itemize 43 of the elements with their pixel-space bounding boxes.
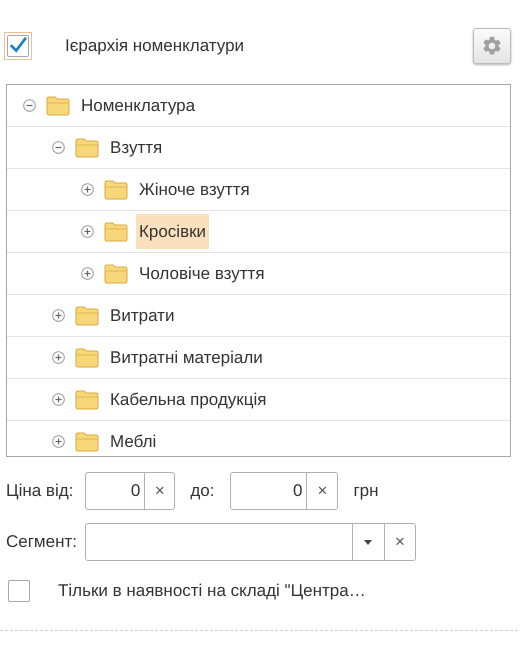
- expand-icon[interactable]: [52, 309, 65, 322]
- expand-icon[interactable]: [52, 435, 65, 448]
- folder-icon: [46, 96, 70, 116]
- tree-item[interactable]: Витратні матеріали: [107, 340, 266, 376]
- tree-item[interactable]: Витрати: [107, 298, 178, 334]
- folder-icon: [104, 264, 128, 284]
- tree-item[interactable]: Кабельна продукція: [107, 382, 270, 418]
- tree-item[interactable]: Взуття: [107, 130, 166, 166]
- folder-icon: [75, 390, 99, 410]
- folder-icon: [75, 306, 99, 326]
- clear-button[interactable]: ×: [384, 524, 415, 560]
- tree-item[interactable]: Номенклатура: [78, 88, 198, 124]
- currency-label: грн: [353, 480, 379, 502]
- expand-icon[interactable]: [52, 351, 65, 364]
- price-from-field[interactable]: 0 ×: [85, 472, 176, 510]
- tree-item[interactable]: Жіноче взуття: [136, 172, 253, 208]
- expand-icon[interactable]: [81, 225, 94, 238]
- clear-button[interactable]: ×: [306, 473, 338, 509]
- settings-icon: [481, 35, 503, 57]
- collapse-icon[interactable]: [52, 141, 65, 154]
- hierarchy-checkbox[interactable]: [7, 35, 29, 57]
- dropdown-icon[interactable]: [364, 540, 372, 544]
- tree-item[interactable]: Кросівки: [136, 214, 210, 250]
- in-stock-label: Тільки в наявності на складі "Центра…: [58, 580, 366, 602]
- price-to-label: до:: [190, 480, 214, 502]
- price-to-field[interactable]: 0 ×: [230, 472, 338, 510]
- segment-field[interactable]: ×: [84, 523, 416, 561]
- folder-icon: [75, 432, 99, 452]
- in-stock-checkbox[interactable]: [8, 580, 30, 602]
- folder-icon: [104, 222, 128, 242]
- expand-icon[interactable]: [52, 393, 65, 406]
- folder-icon: [75, 348, 99, 368]
- expand-icon[interactable]: [81, 267, 94, 280]
- expand-icon[interactable]: [81, 183, 94, 196]
- folder-icon: [75, 138, 99, 158]
- collapse-icon[interactable]: [23, 99, 36, 112]
- tree-item[interactable]: Меблі: [107, 424, 160, 456]
- hierarchy-label: Ієрархія номенклатури: [65, 35, 244, 58]
- price-from-label: Ціна від:: [6, 480, 74, 502]
- tree-item[interactable]: Чоловіче взуття: [136, 256, 268, 292]
- segment-label: Сегмент:: [6, 531, 77, 554]
- folder-icon: [104, 180, 128, 200]
- clear-button[interactable]: ×: [144, 473, 174, 509]
